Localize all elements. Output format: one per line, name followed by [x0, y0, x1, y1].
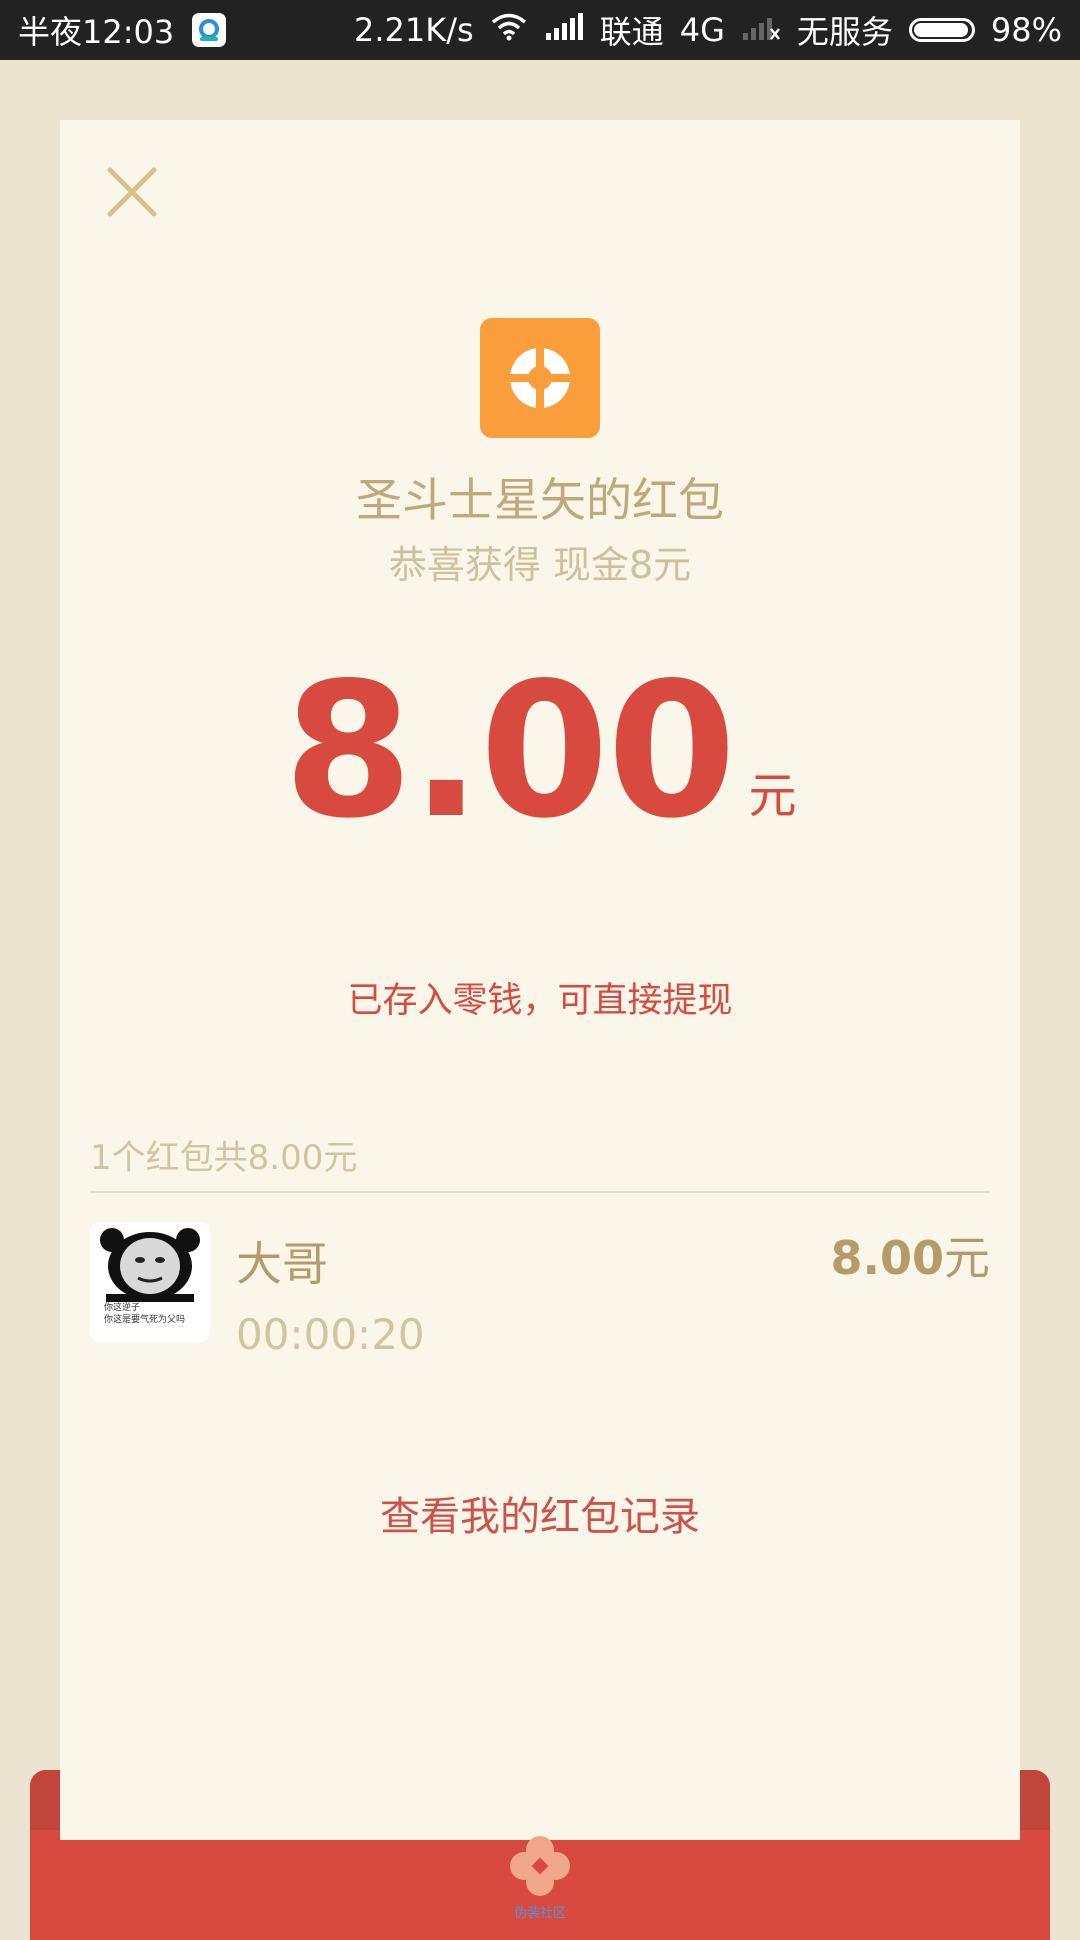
avatar-caption: 你这逆子 你这是要气死为父吗 [104, 1303, 186, 1325]
status-bar: 半夜12:03 2.21K/s 联通 4G 无服务 98% [0, 0, 1080, 60]
close-icon[interactable] [102, 162, 162, 222]
envelope-fold-left [30, 1770, 60, 1830]
amount-unit: 元 [748, 768, 797, 824]
red-packet-detail-card: 圣斗士星矢的红包 恭喜获得 现金8元 8.00 元 已存入零钱，可直接提现 1个… [60, 120, 1020, 1840]
no-signal-icon [741, 11, 781, 49]
community-flower-logo-icon [510, 1836, 570, 1896]
service-status: 无服务 [796, 13, 893, 51]
card-zigzag-edge [60, 1810, 1020, 1830]
recipient-amount-unit: 元 [944, 1231, 990, 1285]
sender-title: 圣斗士星矢的红包 [356, 473, 724, 527]
avatar[interactable]: 你这逆子 你这是要气死为父吗 [90, 1222, 210, 1342]
recipient-row[interactable]: 你这逆子 你这是要气死为父吗 大哥 00:00:20 8.00元 [90, 1222, 991, 1359]
network-type: 4G [679, 11, 725, 49]
panda-meme-avatar-icon [100, 1228, 200, 1302]
greeting-text: 恭喜获得 现金8元 [388, 543, 692, 587]
battery-icon [908, 18, 975, 42]
envelope-fold-right [1020, 1770, 1050, 1830]
divider [90, 1191, 990, 1193]
sender-app-logo [480, 318, 600, 438]
battery-percent: 98% [990, 11, 1062, 49]
network-speed: 2.21K/s [354, 11, 474, 49]
community-logo-label: 伪装社区 [513, 1906, 566, 1921]
amount-display: 8.00 元 [60, 658, 1020, 844]
status-time: 半夜12:03 [18, 13, 175, 51]
recipient-name: 大哥 [236, 1237, 328, 1291]
carrier-name: 联通 [599, 13, 664, 51]
wifi-icon [490, 11, 528, 49]
recipient-time: 00:00:20 [236, 1310, 425, 1359]
app-notification-icon [192, 13, 227, 47]
packet-summary: 1个红包共8.00元 [90, 1138, 358, 1178]
recipient-amount: 8.00元 [831, 1222, 991, 1288]
amount-value: 8.00 [283, 642, 737, 859]
deposit-note: 已存入零钱，可直接提现 [347, 981, 733, 1021]
recipient-amount-value: 8.00 [830, 1231, 945, 1285]
close-button[interactable] [102, 162, 162, 222]
crosshair-logo-icon [505, 343, 575, 413]
signal-icon [544, 11, 584, 49]
view-history-link[interactable]: 查看我的红包记录 [60, 1484, 1020, 1542]
